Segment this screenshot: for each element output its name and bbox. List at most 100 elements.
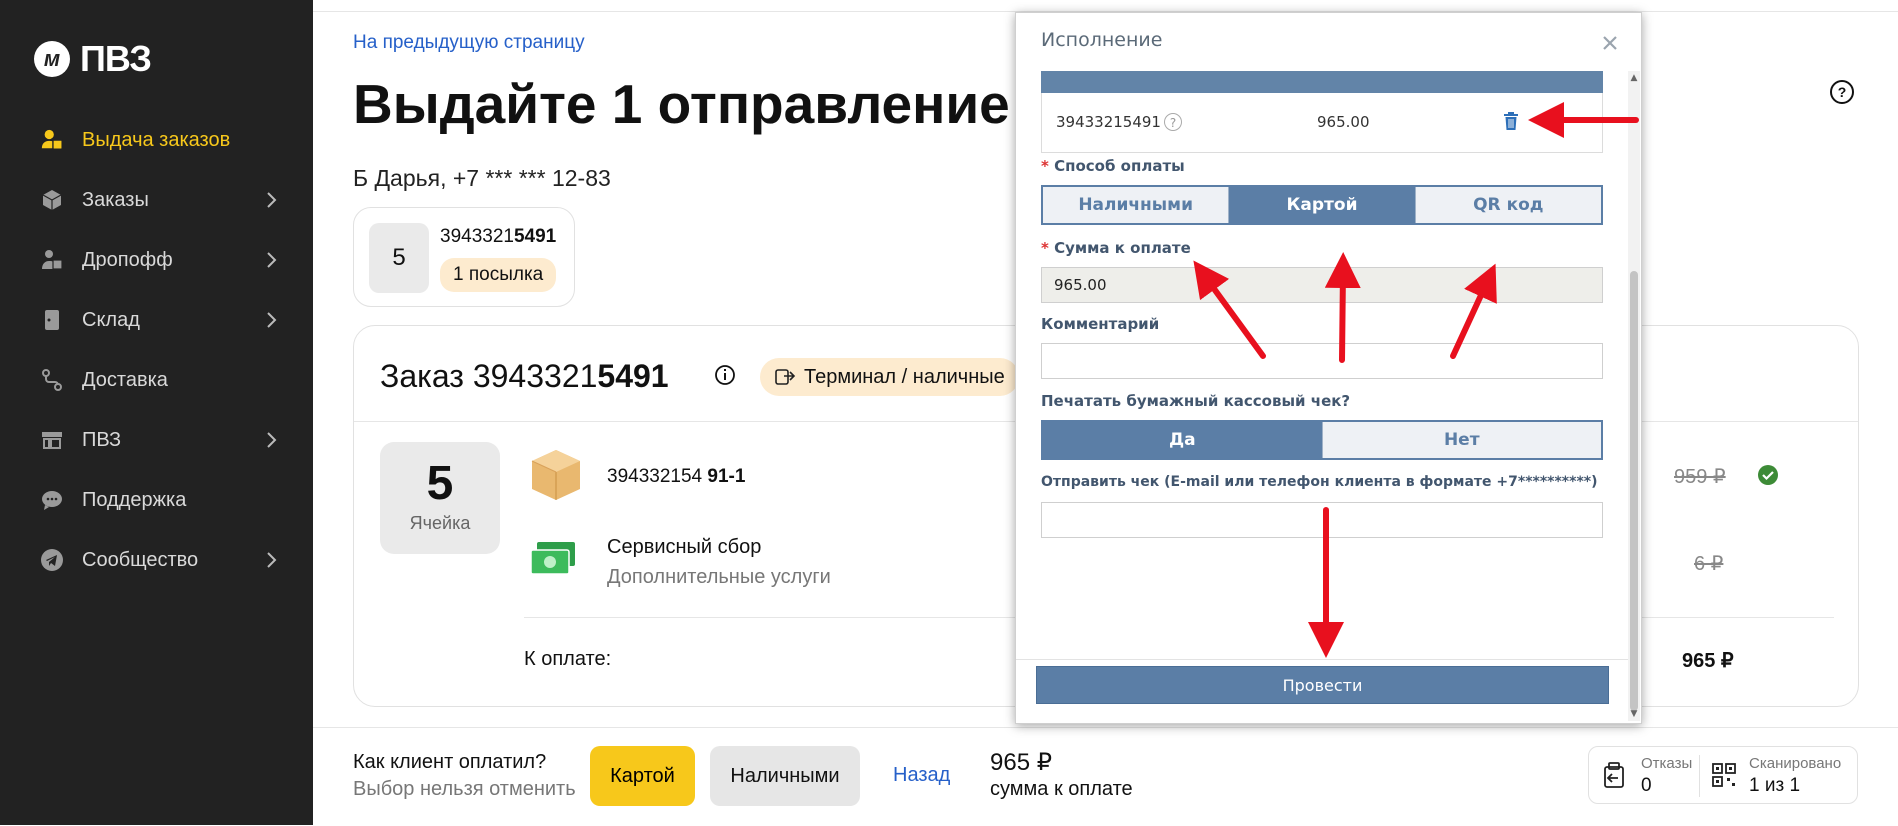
- logo-mark-icon: м: [34, 41, 70, 77]
- previous-page-link[interactable]: На предыдущую страницу: [353, 32, 585, 54]
- execution-modal: Исполнение 39433215491 ? 965.00 * Способ…: [1015, 12, 1642, 724]
- scroll-down-icon[interactable]: ▼: [1630, 709, 1638, 719]
- box-icon: [531, 450, 580, 500]
- qr-scan-icon: [1712, 763, 1736, 787]
- print-yes-button[interactable]: Да: [1043, 422, 1323, 458]
- row-help-icon[interactable]: ?: [1164, 113, 1182, 131]
- sum-value: 965 ₽: [990, 749, 1052, 776]
- comment-input[interactable]: [1041, 343, 1603, 379]
- submit-button[interactable]: Провести: [1036, 666, 1609, 704]
- order-title: Заказ 39433215491: [380, 358, 669, 394]
- cell-number: 5: [369, 223, 429, 293]
- cell-card[interactable]: 5 39433215491 1 посылка: [353, 207, 575, 307]
- stats-separator: [1699, 755, 1700, 797]
- service-title: Сервисный сбор: [607, 536, 762, 558]
- return-box-icon: [1604, 762, 1624, 788]
- table-row: 39433215491 ? 965.00: [1041, 93, 1603, 153]
- warehouse-door-icon: [40, 308, 64, 332]
- sidebar-item-delivery[interactable]: Доставка: [0, 350, 313, 410]
- chevron-right-icon: [267, 312, 277, 328]
- bottom-bar: Как клиент оплатил? Выбор нельзя отменит…: [313, 727, 1898, 826]
- telegram-icon: [40, 548, 64, 572]
- payment-method-toggle: Наличными Картой QR код: [1041, 185, 1603, 225]
- method-card-button[interactable]: Картой: [1229, 187, 1416, 223]
- modal-body: 39433215491 ? 965.00 * Способ оплаты Нал…: [1016, 71, 1643, 658]
- order-cell-label: Ячейка: [409, 513, 471, 533]
- modal-title: Исполнение: [1041, 29, 1163, 51]
- parcel-count-badge: 1 посылка: [440, 258, 557, 292]
- order-cell: 5 Ячейка: [380, 442, 500, 554]
- pay-card-button[interactable]: Картой: [590, 746, 695, 806]
- trash-icon[interactable]: [1502, 111, 1520, 131]
- chat-icon: [40, 488, 64, 512]
- package-icon: [40, 188, 64, 212]
- close-icon[interactable]: [1600, 33, 1620, 53]
- total-label: К оплате:: [524, 648, 612, 670]
- client-info: Б Дарья, +7 *** *** 12-83: [353, 165, 611, 191]
- sidebar-item-label: Доставка: [82, 368, 168, 391]
- order-number: 39433215491: [440, 226, 557, 247]
- sidebar-item-label: Дропофф: [82, 248, 173, 271]
- sidebar-item-label: Поддержка: [82, 488, 187, 511]
- help-icon[interactable]: ?: [1829, 79, 1855, 105]
- modal-footer-divider: [1016, 659, 1629, 660]
- terminal-icon: [775, 369, 796, 385]
- sidebar-nav: Выдача заказов Заказы Дропофф Склад Дост…: [0, 110, 313, 590]
- sidebar: м ПВЗ Выдача заказов Заказы Дропофф Скла…: [0, 0, 313, 825]
- stats-panel: Отказы 0 Сканировано 1 из 1: [1588, 746, 1858, 804]
- back-button[interactable]: Назад: [893, 764, 950, 787]
- scanned-value: 1 из 1: [1749, 775, 1801, 796]
- sidebar-item-issue-orders[interactable]: Выдача заказов: [0, 110, 313, 170]
- sidebar-item-pvz[interactable]: ПВЗ: [0, 410, 313, 470]
- scrollbar-thumb[interactable]: [1630, 271, 1638, 711]
- sidebar-item-orders[interactable]: Заказы: [0, 170, 313, 230]
- print-receipt-label: Печатать бумажный кассовый чек?: [1041, 392, 1351, 410]
- refusals-label: Отказы: [1641, 755, 1693, 772]
- svg-text:?: ?: [1838, 84, 1847, 100]
- sidebar-item-label: Выдача заказов: [82, 128, 231, 151]
- method-qr-button[interactable]: QR код: [1415, 187, 1601, 223]
- logo-text: ПВЗ: [80, 38, 152, 79]
- payment-question: Как клиент оплатил?: [353, 751, 547, 773]
- send-receipt-label: Отправить чек (E-mail или телефон клиент…: [1041, 474, 1598, 490]
- method-cash-button[interactable]: Наличными: [1043, 187, 1230, 223]
- print-receipt-toggle: Да Нет: [1041, 420, 1603, 460]
- sidebar-item-dropoff[interactable]: Дропофф: [0, 230, 313, 290]
- sidebar-item-warehouse[interactable]: Склад: [0, 290, 313, 350]
- refusals-value: 0: [1641, 775, 1652, 796]
- print-no-button[interactable]: Нет: [1322, 422, 1601, 458]
- amount-label: * Сумма к оплате: [1041, 239, 1191, 257]
- comment-label: Комментарий: [1041, 315, 1160, 333]
- payment-type-badge: Терминал / наличные: [760, 358, 1019, 396]
- chevron-right-icon: [267, 192, 277, 208]
- payment-note: Выбор нельзя отменить: [353, 778, 576, 800]
- store-icon: [40, 428, 64, 452]
- sidebar-item-support[interactable]: Поддержка: [0, 470, 313, 530]
- row-sum: 965.00: [1317, 113, 1370, 131]
- pay-cash-button[interactable]: Наличными: [710, 746, 860, 806]
- item-price: 959 ₽: [1674, 466, 1726, 488]
- send-receipt-input[interactable]: [1041, 502, 1603, 538]
- check-circle-icon: [1758, 465, 1778, 485]
- chevron-right-icon: [267, 252, 277, 268]
- info-icon[interactable]: [714, 364, 736, 386]
- sidebar-item-label: Склад: [82, 308, 140, 331]
- user-box-icon: [40, 128, 64, 152]
- total-value: 965 ₽: [1682, 650, 1734, 672]
- dropoff-icon: [40, 248, 64, 272]
- amount-input[interactable]: 965.00: [1041, 267, 1603, 303]
- page-title: Выдайте 1 отправление: [353, 73, 1010, 135]
- sidebar-item-community[interactable]: Сообщество: [0, 530, 313, 590]
- sidebar-item-label: Заказы: [82, 188, 149, 211]
- money-icon: [530, 542, 575, 575]
- table-header: [1041, 71, 1603, 93]
- chevron-right-icon: [267, 552, 277, 568]
- sidebar-item-label: Сообщество: [82, 548, 199, 571]
- route-icon: [40, 368, 64, 392]
- sidebar-item-label: ПВЗ: [82, 428, 122, 451]
- row-code: 39433215491: [1056, 113, 1161, 131]
- scroll-up-icon[interactable]: ▲: [1630, 73, 1638, 83]
- service-price: 6 ₽: [1694, 553, 1724, 575]
- sum-label: сумма к оплате: [990, 778, 1133, 800]
- logo[interactable]: м ПВЗ: [34, 38, 152, 80]
